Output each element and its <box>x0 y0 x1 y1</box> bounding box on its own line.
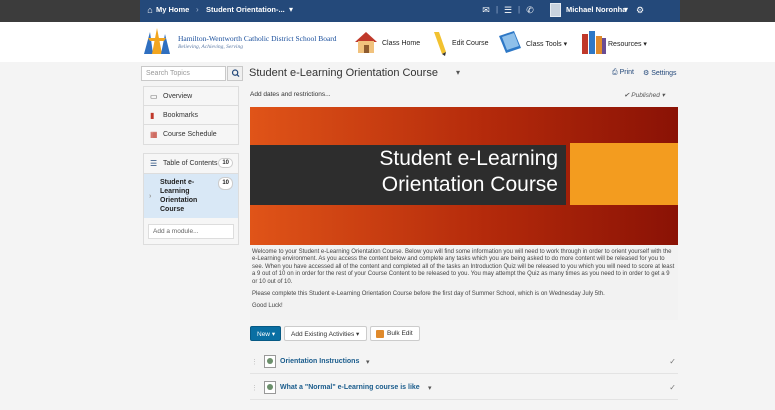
gear-icon: ⚙ <box>643 70 650 77</box>
status-badge[interactable]: ✔ Published ▾ <box>624 91 665 99</box>
check-icon: ✔ <box>624 92 630 99</box>
course-description: Welcome to your Student e-Learning Orien… <box>250 245 678 320</box>
topic-icon <box>264 355 276 368</box>
description-paragraph: Welcome to your Student e-Learning Orien… <box>252 249 675 285</box>
search-button[interactable] <box>227 66 243 81</box>
class-home-label: Class Home <box>382 40 421 47</box>
print-button[interactable]: ⎙ Print <box>612 69 634 77</box>
sidebar-item-bookmarks[interactable]: ▮ Bookmarks <box>144 106 238 125</box>
bookmark-icon: ▮ <box>150 111 155 120</box>
house-icon <box>355 32 377 53</box>
check-icon: ✓ <box>669 383 676 392</box>
class-tools-label: Class Tools ▾ <box>526 41 568 48</box>
sidebar-item-label: Bookmarks <box>163 112 199 119</box>
school-logo-icon <box>144 28 170 54</box>
new-label: New <box>257 331 271 338</box>
item-title[interactable]: Orientation Instructions <box>280 358 359 365</box>
divider: | <box>518 5 521 14</box>
table-of-contents-link[interactable]: ☰ Table of Contents 10 <box>144 154 238 174</box>
page-title: Student e-Learning Orientation Course <box>249 67 438 79</box>
chevron-right-icon: › <box>149 193 152 200</box>
list-item[interactable]: ⋮ What a "Normal" e-Learning course is l… <box>250 378 678 400</box>
user-name[interactable]: Michael Noronha <box>566 5 626 14</box>
topic-icon <box>264 381 276 394</box>
drag-handle-icon[interactable]: ⋮ <box>251 358 258 366</box>
chevron-down-icon[interactable]: ▾ <box>428 384 432 392</box>
add-existing-label: Add Existing Activities <box>291 331 355 338</box>
sidebar-nav: ▭ Overview ▮ Bookmarks ▦ Course Schedule <box>143 86 239 145</box>
calendar-icon: ▦ <box>150 130 158 139</box>
course-banner: Student e-Learning Orientation Course <box>250 107 678 245</box>
search-icon <box>231 69 240 77</box>
bulk-edit-label: Bulk Edit <box>387 330 413 337</box>
banner-title-line1: Student e-Learning <box>379 147 558 170</box>
class-home-link[interactable]: Class Home <box>352 26 422 58</box>
search-topics-input[interactable]: Search Topics <box>141 66 226 81</box>
toc-label: Table of Contents <box>163 160 218 167</box>
print-label: Print <box>619 69 634 76</box>
school-logo[interactable]: Hamilton-Wentworth Catholic District Sch… <box>140 22 340 62</box>
table-of-contents-panel: ☰ Table of Contents 10 › Student e-Learn… <box>143 153 239 245</box>
banner-orange-block <box>570 143 678 205</box>
chevron-down-icon: ▾ <box>661 92 665 99</box>
user-menu-chevron-icon[interactable]: ▾ <box>624 5 628 14</box>
my-home-link[interactable]: My Home <box>156 5 189 14</box>
school-tagline: Believing, Achieving, Serving <box>178 44 243 50</box>
mail-icon[interactable]: ✉ <box>480 5 492 16</box>
list-item[interactable]: ⋮ Orientation Instructions ▾ ✓ <box>250 352 678 374</box>
home-icon[interactable]: ⌂ <box>144 5 156 16</box>
toc-count-badge: 10 <box>218 158 233 168</box>
bulk-edit-button[interactable]: Bulk Edit <box>370 326 420 341</box>
school-name: Hamilton-Wentworth Catholic District Sch… <box>178 34 337 43</box>
module-count-badge: 10 <box>218 177 233 190</box>
description-paragraph: Good Luck! <box>252 303 283 310</box>
class-tools-menu[interactable]: Class Tools ▾ <box>496 26 570 58</box>
books-icon <box>582 31 606 54</box>
top-navbar: ⌂ My Home › Student Orientation-... ▾ ✉ … <box>0 0 775 22</box>
chevron-right-icon: › <box>196 5 199 14</box>
status-label: Published <box>631 92 660 99</box>
sidebar-item-label: Overview <box>163 93 193 100</box>
printer-icon: ⎙ <box>612 69 618 76</box>
chevron-down-icon: ▾ <box>356 331 360 338</box>
chat-icon[interactable]: ✆ <box>524 5 536 16</box>
sidebar-item-label: Course Schedule <box>163 131 217 138</box>
list-icon: ☰ <box>150 159 158 168</box>
chevron-down-icon: ▾ <box>271 331 276 338</box>
new-button[interactable]: New ▾ <box>250 326 281 341</box>
chevron-down-icon[interactable]: ▾ <box>289 5 293 14</box>
title-menu-chevron-icon[interactable]: ▾ <box>456 68 460 77</box>
settings-button[interactable]: ⚙ Settings <box>643 69 677 77</box>
avatar[interactable] <box>550 3 561 17</box>
chevron-down-icon[interactable]: ▾ <box>366 358 370 366</box>
module-label: Student e-Learning Orientation Course <box>160 179 198 213</box>
add-dates-link[interactable]: Add dates and restrictions... <box>250 91 331 98</box>
description-paragraph: Please complete this Student e-Learning … <box>252 291 605 298</box>
module-item-selected[interactable]: › Student e-Learning Orientation Course … <box>144 174 238 218</box>
add-existing-activities-button[interactable]: Add Existing Activities ▾ <box>284 326 367 341</box>
add-module-input[interactable]: Add a module... <box>148 224 234 239</box>
overview-icon: ▭ <box>150 92 158 101</box>
item-title[interactable]: What a "Normal" e-Learning course is lik… <box>280 384 420 391</box>
banner-title-line2: Orientation Course <box>381 173 558 196</box>
gear-icon[interactable]: ⚙ <box>634 5 646 16</box>
sidebar-item-course-schedule[interactable]: ▦ Course Schedule <box>144 125 238 144</box>
resources-label: Resources ▾ <box>608 41 647 48</box>
edit-course-link[interactable]: Edit Course <box>428 26 492 58</box>
divider: | <box>496 5 499 14</box>
message-icon[interactable]: ☰ <box>502 5 514 16</box>
sidebar-item-overview[interactable]: ▭ Overview <box>144 87 238 106</box>
edit-icon <box>376 330 384 338</box>
site-header: Hamilton-Wentworth Catholic District Sch… <box>0 22 775 62</box>
edit-course-label: Edit Course <box>452 40 489 47</box>
top-navbar-inner: ⌂ My Home › Student Orientation-... ▾ ✉ … <box>140 0 680 22</box>
settings-label: Settings <box>651 70 677 77</box>
course-selector[interactable]: Student Orientation-... <box>206 5 285 14</box>
resources-menu[interactable]: Resources ▾ <box>580 26 650 58</box>
book-icon <box>499 31 521 53</box>
drag-handle-icon[interactable]: ⋮ <box>251 384 258 392</box>
check-icon: ✓ <box>669 357 676 366</box>
